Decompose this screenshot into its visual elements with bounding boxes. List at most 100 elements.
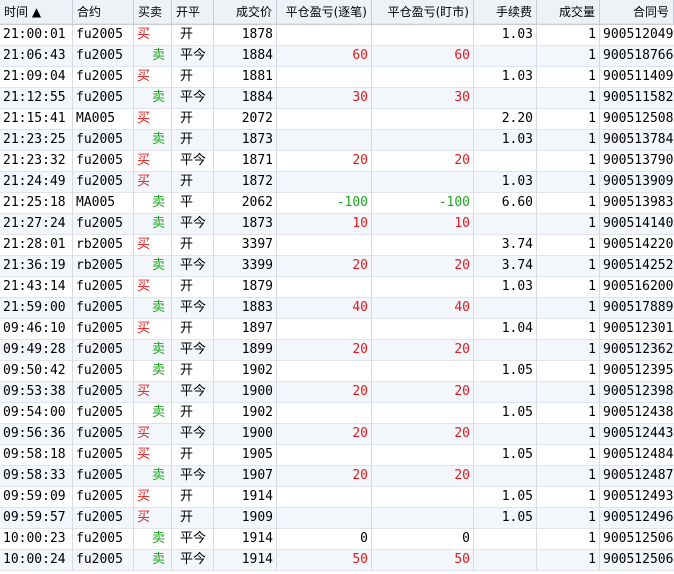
table-row[interactable]: 09:58:18 fu2005 买开 1905 1.05 1 900512484 <box>0 445 674 466</box>
cell-open-close: 平今 <box>172 214 214 235</box>
cell-fee <box>474 298 537 319</box>
table-row[interactable]: 21:09:04 fu2005 买开 1881 1.03 1 900511409 <box>0 67 674 88</box>
cell-side: 买 <box>134 487 172 508</box>
cell-pl-mark: 0 <box>372 529 474 550</box>
cell-fee <box>474 46 537 67</box>
column-header-side[interactable]: 买卖 <box>134 0 172 24</box>
cell-symbol: fu2005 <box>73 424 134 445</box>
cell-qty: 1 <box>537 445 600 466</box>
cell-order: 900512398 <box>600 382 674 403</box>
column-header-price[interactable]: 成交价 <box>214 0 277 24</box>
cell-qty: 1 <box>537 424 600 445</box>
cell-time: 21:36:19 <box>0 256 73 277</box>
cell-fee: 3.74 <box>474 235 537 256</box>
cell-order: 900516200 <box>600 277 674 298</box>
cell-symbol: MA005 <box>73 109 134 130</box>
table-row[interactable]: 09:59:57 fu2005 买开 1909 1.05 1 900512496 <box>0 508 674 529</box>
column-header-qty[interactable]: 成交量 <box>537 0 600 24</box>
cell-qty: 1 <box>537 235 600 256</box>
cell-fee <box>474 550 537 571</box>
table-row[interactable]: 10:00:23 fu2005 卖平今 1914 0 0 1 900512506 <box>0 529 674 550</box>
cell-order: 900512395 <box>600 361 674 382</box>
cell-pl-mark <box>372 319 474 340</box>
cell-qty: 1 <box>537 319 600 340</box>
cell-price: 1873 <box>214 130 277 151</box>
table-row[interactable]: 09:49:28 fu2005 卖平今 1899 20 20 1 900512362 <box>0 340 674 361</box>
cell-side: 买 <box>134 25 172 46</box>
table-row[interactable]: 09:59:09 fu2005 买开 1914 1.05 1 900512493 <box>0 487 674 508</box>
cell-open-close: 平今 <box>172 382 214 403</box>
column-header-pl-by-trade[interactable]: 平仓盈亏(逐笔) <box>277 0 372 24</box>
table-row[interactable]: 21:59:00 fu2005 卖平今 1883 40 40 1 900517889 <box>0 298 674 319</box>
cell-pl-mark <box>372 25 474 46</box>
cell-side: 卖 <box>134 550 172 571</box>
cell-qty: 1 <box>537 550 600 571</box>
table-row[interactable]: 09:58:33 fu2005 卖平今 1907 20 20 1 900512487 <box>0 466 674 487</box>
cell-pl-mark <box>372 403 474 424</box>
table-row[interactable]: 21:23:32 fu2005 买平今 1871 20 20 1 900513790 <box>0 151 674 172</box>
table-row[interactable]: 10:00:24 fu2005 卖平今 1914 50 50 1 900512506 <box>0 550 674 571</box>
table-row[interactable]: 21:28:01 rb2005 买开 3397 3.74 1 900514220 <box>0 235 674 256</box>
table-row[interactable]: 09:54:00 fu2005 卖开 1902 1.05 1 900512438 <box>0 403 674 424</box>
table-row[interactable]: 21:27:24 fu2005 卖平今 1873 10 10 1 900514140 <box>0 214 674 235</box>
cell-side: 卖 <box>134 46 172 67</box>
cell-symbol: fu2005 <box>73 403 134 424</box>
cell-price: 1873 <box>214 214 277 235</box>
cell-side: 卖 <box>134 193 172 214</box>
cell-fee: 1.05 <box>474 508 537 529</box>
column-header-order[interactable]: 合同号 <box>600 0 674 24</box>
cell-time: 21:59:00 <box>0 298 73 319</box>
table-row[interactable]: 21:43:14 fu2005 买开 1879 1.03 1 900516200 <box>0 277 674 298</box>
table-row[interactable]: 21:24:49 fu2005 买开 1872 1.03 1 900513909 <box>0 172 674 193</box>
table-row[interactable]: 21:23:25 fu2005 卖开 1873 1.03 1 900513784 <box>0 130 674 151</box>
table-row[interactable]: 21:36:19 rb2005 卖平今 3399 20 20 3.74 1 900514252 <box>0 256 674 277</box>
cell-pl-by-trade <box>277 67 372 88</box>
cell-time: 09:58:33 <box>0 466 73 487</box>
cell-symbol: fu2005 <box>73 487 134 508</box>
cell-symbol: fu2005 <box>73 550 134 571</box>
cell-order: 900513983 <box>600 193 674 214</box>
table-row[interactable]: 09:53:38 fu2005 买平今 1900 20 20 1 900512398 <box>0 382 674 403</box>
cell-open-close: 开 <box>172 235 214 256</box>
cell-fee: 1.03 <box>474 172 537 193</box>
cell-symbol: fu2005 <box>73 25 134 46</box>
cell-pl-by-trade: 0 <box>277 529 372 550</box>
cell-open-close: 平今 <box>172 466 214 487</box>
table-row[interactable]: 21:25:18 MA005 卖平 2062 -100 -100 6.60 1 90051398… <box>0 193 674 214</box>
cell-time: 09:56:36 <box>0 424 73 445</box>
cell-pl-by-trade: 60 <box>277 46 372 67</box>
cell-side: 卖 <box>134 298 172 319</box>
cell-qty: 1 <box>537 214 600 235</box>
cell-pl-by-trade: 30 <box>277 88 372 109</box>
cell-side: 买 <box>134 382 172 403</box>
cell-pl-mark: 40 <box>372 298 474 319</box>
cell-pl-mark <box>372 508 474 529</box>
column-header-open-close[interactable]: 开平 <box>172 0 214 24</box>
cell-price: 3397 <box>214 235 277 256</box>
table-row[interactable]: 21:12:55 fu2005 卖平今 1884 30 30 1 900511582 <box>0 88 674 109</box>
cell-fee <box>474 529 537 550</box>
column-header-fee[interactable]: 手续费 <box>474 0 537 24</box>
column-header-pl-mark[interactable]: 平仓盈亏(盯市) <box>372 0 474 24</box>
table-row[interactable]: 09:46:10 fu2005 买开 1897 1.04 1 900512301 <box>0 319 674 340</box>
cell-time: 21:12:55 <box>0 88 73 109</box>
cell-fee: 1.05 <box>474 403 537 424</box>
column-header-time[interactable]: 时间 ▲ <box>0 0 73 24</box>
cell-symbol: fu2005 <box>73 172 134 193</box>
table-row[interactable]: 21:15:41 MA005 买开 2072 2.20 1 900512508 <box>0 109 674 130</box>
cell-symbol: fu2005 <box>73 319 134 340</box>
column-header-symbol[interactable]: 合约 <box>73 0 134 24</box>
table-row[interactable]: 09:50:42 fu2005 卖开 1902 1.05 1 900512395 <box>0 361 674 382</box>
cell-pl-by-trade: -100 <box>277 193 372 214</box>
table-row[interactable]: 21:00:01 fu2005 买开 1878 1.03 1 900512049 <box>0 25 674 46</box>
cell-open-close: 平今 <box>172 340 214 361</box>
table-row[interactable]: 09:56:36 fu2005 买平今 1900 20 20 1 900512443 <box>0 424 674 445</box>
cell-fee <box>474 382 537 403</box>
cell-side: 买 <box>134 151 172 172</box>
cell-order: 900512484 <box>600 445 674 466</box>
cell-price: 1879 <box>214 277 277 298</box>
cell-side: 买 <box>134 109 172 130</box>
cell-fee: 1.03 <box>474 25 537 46</box>
cell-symbol: fu2005 <box>73 130 134 151</box>
table-row[interactable]: 21:06:43 fu2005 卖平今 1884 60 60 1 900518766 <box>0 46 674 67</box>
